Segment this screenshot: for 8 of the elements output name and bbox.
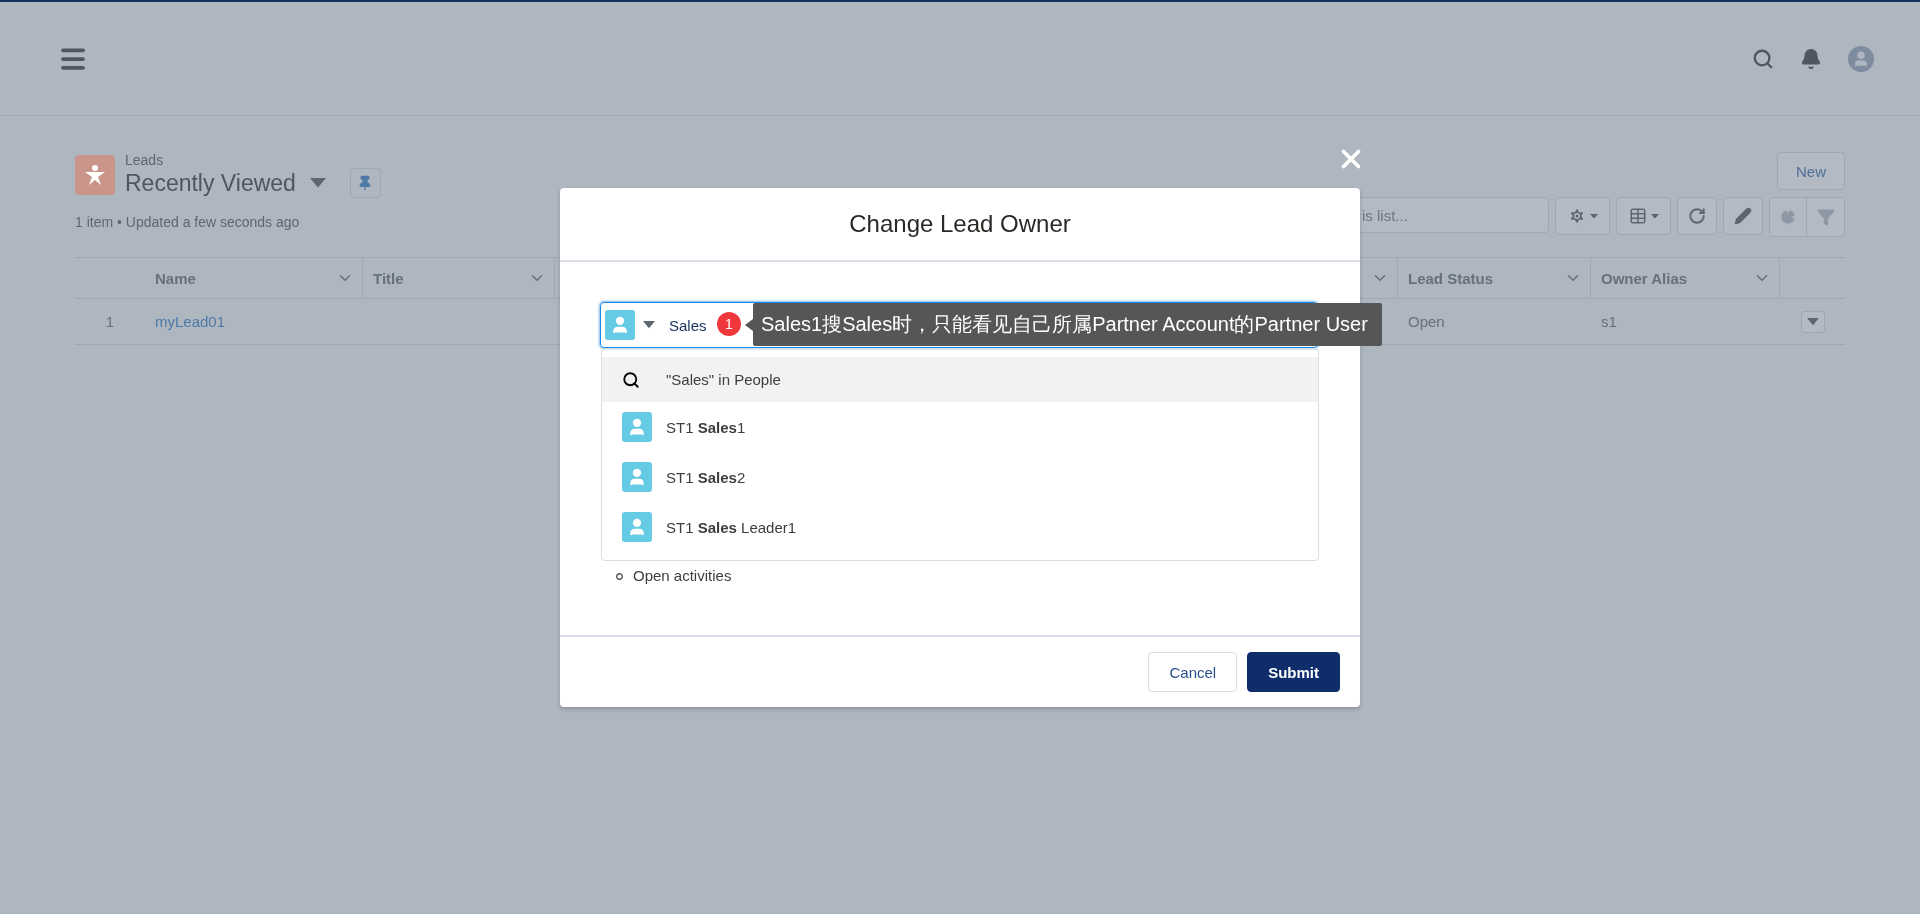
table-cell: s1 xyxy=(1601,313,1617,330)
annotation-tooltip: Sales1搜Sales时，只能看见自己所属Partner Account的Partner User xyxy=(745,303,1382,346)
dialog-title: Change Lead Owner xyxy=(849,210,1071,238)
table-cell: Open xyxy=(1408,313,1445,330)
row-number: 1 xyxy=(105,313,115,330)
bullet-text: Open activities xyxy=(633,567,732,585)
object-label: Leads xyxy=(125,152,165,168)
list-meta-text: 1 item • Updated a few seconds ago xyxy=(75,214,301,230)
